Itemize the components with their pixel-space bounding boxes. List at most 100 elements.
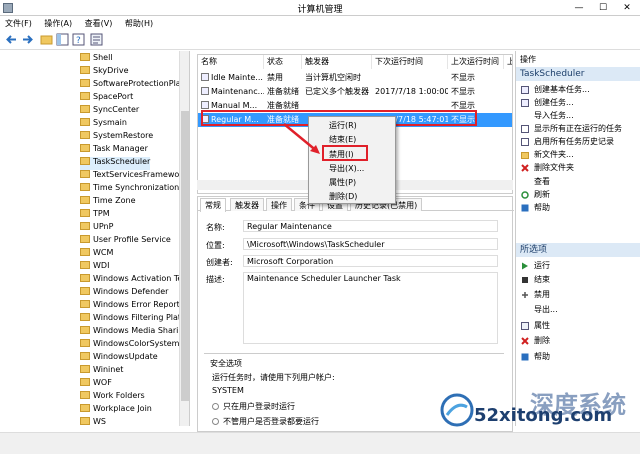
close-button[interactable]: ✕ [615, 0, 639, 16]
tree-item[interactable]: SoftwareProtectionPlatf [80, 79, 187, 92]
action-enable-history[interactable]: 启用所有任务历史记录 [516, 135, 640, 148]
tab-general[interactable]: 常规 [200, 198, 226, 212]
description-label: 描述: [206, 275, 225, 284]
action-export[interactable]: 导出... [516, 303, 640, 316]
tab-actions[interactable]: 操作 [266, 198, 292, 211]
folder-icon [80, 92, 90, 100]
menu-action[interactable]: 操作(A) [39, 16, 77, 31]
scrollbar-thumb[interactable] [181, 111, 189, 401]
tree-scrollbar[interactable] [179, 51, 189, 426]
folder-icon [80, 352, 90, 360]
help-icon[interactable]: ? [72, 33, 85, 46]
column-header-trigger[interactable]: 触发器 [302, 55, 372, 69]
forward-arrow-icon[interactable] [21, 33, 34, 46]
option-logged-on-only[interactable]: 只在用户登录时运行 [212, 401, 295, 412]
action-end[interactable]: 结束 [516, 273, 640, 286]
tree-item[interactable]: SpacePort [80, 92, 133, 105]
tree-item[interactable]: UPnP [80, 222, 113, 235]
tree-item[interactable]: Workplace Join [80, 404, 152, 417]
actions-group-selected[interactable]: 所选项 [516, 243, 640, 257]
folder-icon [80, 53, 90, 61]
tree-item[interactable]: WDI [80, 261, 109, 274]
tree-item[interactable]: SyncCenter [80, 105, 139, 118]
tree-item-taskscheduler[interactable]: TaskScheduler [80, 157, 151, 170]
show-hide-tree-icon[interactable] [56, 33, 69, 46]
tree-item[interactable]: SkyDrive [80, 66, 129, 79]
action-properties[interactable]: 属性 [516, 319, 640, 332]
ctx-delete[interactable]: 删除(D) [309, 190, 395, 204]
actions-group-taskscheduler[interactable]: TaskScheduler [516, 67, 640, 81]
task-row[interactable]: Idle Mainte... 禁用 当计算机空闲时 不显示 [198, 71, 512, 85]
tree-item[interactable]: Work Folders [80, 391, 145, 404]
folder-icon [80, 313, 90, 321]
tree-item[interactable]: Windows Activation Tec [80, 274, 187, 287]
tree-item[interactable]: Wininet [80, 365, 123, 378]
ctx-export[interactable]: 导出(X)... [309, 162, 395, 176]
column-header-more[interactable]: 上 [504, 55, 512, 69]
ctx-properties[interactable]: 属性(P) [309, 176, 395, 190]
action-new-folder[interactable]: 新文件夹... [516, 148, 640, 161]
action-delete[interactable]: 删除 [516, 334, 640, 347]
folder-icon [80, 261, 90, 269]
tree-item[interactable]: Task Manager [80, 144, 148, 157]
tree-item[interactable]: WS [80, 417, 106, 426]
action-create-task[interactable]: 创建任务... [516, 96, 640, 109]
action-display-running[interactable]: 显示所有正在运行的任务 [516, 122, 640, 135]
tree-item[interactable]: TextServicesFramework [80, 170, 187, 183]
tree-item[interactable]: TPM [80, 209, 110, 222]
location-field[interactable]: \Microsoft\Windows\TaskScheduler [243, 238, 498, 250]
minimize-button[interactable]: — [567, 0, 591, 16]
tree-item[interactable]: Time Synchronization [80, 183, 179, 196]
description-field[interactable]: Maintenance Scheduler Launcher Task [243, 272, 498, 344]
action-import-task[interactable]: 导入任务... [516, 109, 640, 122]
column-header-name[interactable]: 名称 [198, 55, 264, 69]
action-create-basic-task[interactable]: 创建基本任务... [516, 83, 640, 96]
option-whether-logged-on[interactable]: 不管用户是否登录都要运行 [212, 416, 319, 427]
tree-item[interactable]: Shell [80, 53, 113, 66]
menu-view[interactable]: 查看(V) [80, 16, 118, 31]
folder-icon [80, 378, 90, 386]
up-folder-icon[interactable] [40, 33, 53, 46]
column-header-next-run[interactable]: 下次运行时间 [372, 55, 448, 69]
menu-help[interactable]: 帮助(H) [120, 16, 158, 31]
tree-item[interactable]: Time Zone [80, 196, 136, 209]
back-arrow-icon[interactable] [5, 33, 18, 46]
status-bar [0, 432, 640, 454]
task-row[interactable]: Maintenanc... 准备就绪 已定义多个触发器 2017/7/18 1:… [198, 85, 512, 99]
action-disable[interactable]: 禁用 [516, 288, 640, 301]
tree-item[interactable]: Windows Filtering Platf [80, 313, 184, 326]
tree-item[interactable]: Windows Media Sharin [80, 326, 183, 339]
tree-item[interactable]: Sysmain [80, 118, 127, 131]
radio-icon[interactable] [212, 403, 219, 410]
radio-icon[interactable] [212, 418, 219, 425]
tree-item[interactable]: WindowsColorSystem [80, 339, 179, 352]
action-help-selected[interactable]: 帮助 [516, 350, 640, 363]
tree-item[interactable]: User Profile Service [80, 235, 171, 248]
folder-icon [80, 248, 90, 256]
folder-icon [80, 196, 90, 204]
action-help[interactable]: 帮助 [516, 201, 640, 214]
tab-triggers[interactable]: 触发器 [230, 198, 264, 211]
action-refresh[interactable]: 刷新 [516, 188, 640, 201]
action-view[interactable]: 查看 [516, 175, 640, 188]
tree-item[interactable]: WindowsUpdate [80, 352, 158, 365]
properties-icon [521, 322, 529, 330]
action-delete-folder[interactable]: 删除文件夹 [516, 161, 640, 174]
delete-icon [521, 337, 529, 345]
folder-icon [80, 235, 90, 243]
tree-item[interactable]: WCM [80, 248, 113, 261]
properties-icon[interactable] [90, 33, 103, 46]
column-header-last-run[interactable]: 上次运行时间 [448, 55, 504, 69]
name-field[interactable]: Regular Maintenance [243, 220, 498, 232]
tree-item[interactable]: Windows Defender [80, 287, 168, 300]
tree-item[interactable]: WOF [80, 378, 112, 391]
tree-item[interactable]: SystemRestore [80, 131, 153, 144]
author-field[interactable]: Microsoft Corporation [243, 255, 498, 267]
folder-icon [80, 157, 90, 165]
column-header-status[interactable]: 状态 [264, 55, 302, 69]
maximize-button[interactable]: ☐ [591, 0, 615, 16]
action-run[interactable]: 运行 [516, 259, 640, 272]
folder-icon [80, 105, 90, 113]
tree-item[interactable]: Windows Error Reporti [80, 300, 182, 313]
menu-file[interactable]: 文件(F) [0, 16, 37, 31]
